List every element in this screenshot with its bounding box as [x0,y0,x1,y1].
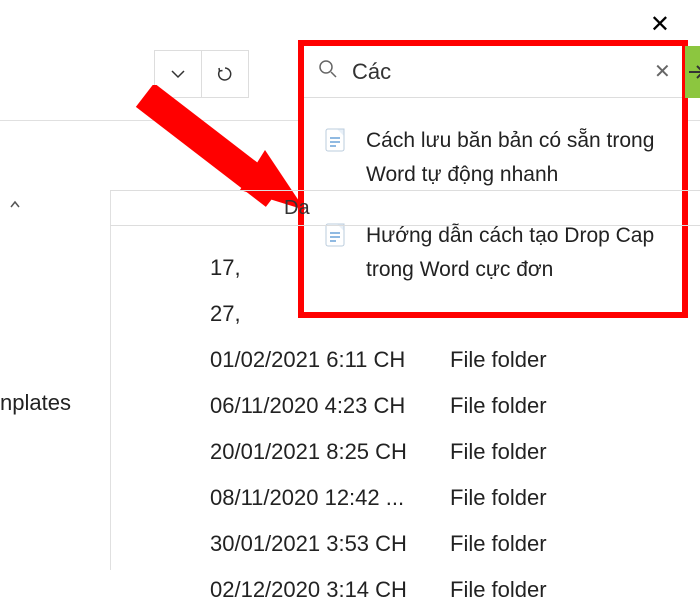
file-list: 17, 27, 01/02/2021 6:11 CH File folder 0… [210,245,547,613]
cell-date: 01/02/2021 6:11 CH [210,347,450,373]
search-input[interactable] [352,59,640,85]
table-header: Da [110,190,700,226]
chevron-down-icon [170,66,186,82]
table-row[interactable]: 30/01/2021 3:53 CH File folder [210,521,547,567]
cell-date: 06/11/2020 4:23 CH [210,393,450,419]
cell-type: File folder [450,531,547,557]
sidebar-item-label[interactable]: nplates [0,390,71,416]
column-header-date[interactable]: Da [284,197,310,220]
cell-type: File folder [450,485,547,511]
cell-type: File folder [450,347,547,373]
search-bar: ✕ [304,46,682,98]
search-icon [304,59,352,84]
clear-search-button[interactable]: ✕ [640,59,685,84]
suggestion-text: Cách lưu băn bản có sẵn trong Word tự độ… [366,124,664,191]
search-submit-button[interactable] [685,46,700,98]
cell-date: 08/11/2020 12:42 ... [210,485,450,511]
refresh-button[interactable] [201,50,249,98]
cell-type: File folder [450,577,547,603]
cell-date: 17, [210,255,450,281]
table-row[interactable]: 02/12/2020 3:14 CH File folder [210,567,547,613]
cell-type: File folder [450,393,547,419]
refresh-icon [216,65,234,83]
close-icon[interactable]: ✕ [650,10,670,39]
cell-date: 20/01/2021 8:25 CH [210,439,450,465]
cell-date: 27, [210,301,450,327]
table-row[interactable]: 17, [210,245,547,291]
toolbar [155,50,249,98]
collapse-caret-icon[interactable] [0,198,22,217]
table-row[interactable]: 01/02/2021 6:11 CH File folder [210,337,547,383]
dropdown-button[interactable] [154,50,202,98]
cell-date: 30/01/2021 3:53 CH [210,531,450,557]
table-row[interactable]: 20/01/2021 8:25 CH File folder [210,429,547,475]
divider [110,190,111,570]
table-row[interactable]: 27, [210,291,547,337]
arrow-right-icon [685,61,700,83]
table-row[interactable]: 06/11/2020 4:23 CH File folder [210,383,547,429]
cell-date: 02/12/2020 3:14 CH [210,577,450,603]
word-doc-icon [322,126,350,154]
cell-type: File folder [450,439,547,465]
table-row[interactable]: 08/11/2020 12:42 ... File folder [210,475,547,521]
